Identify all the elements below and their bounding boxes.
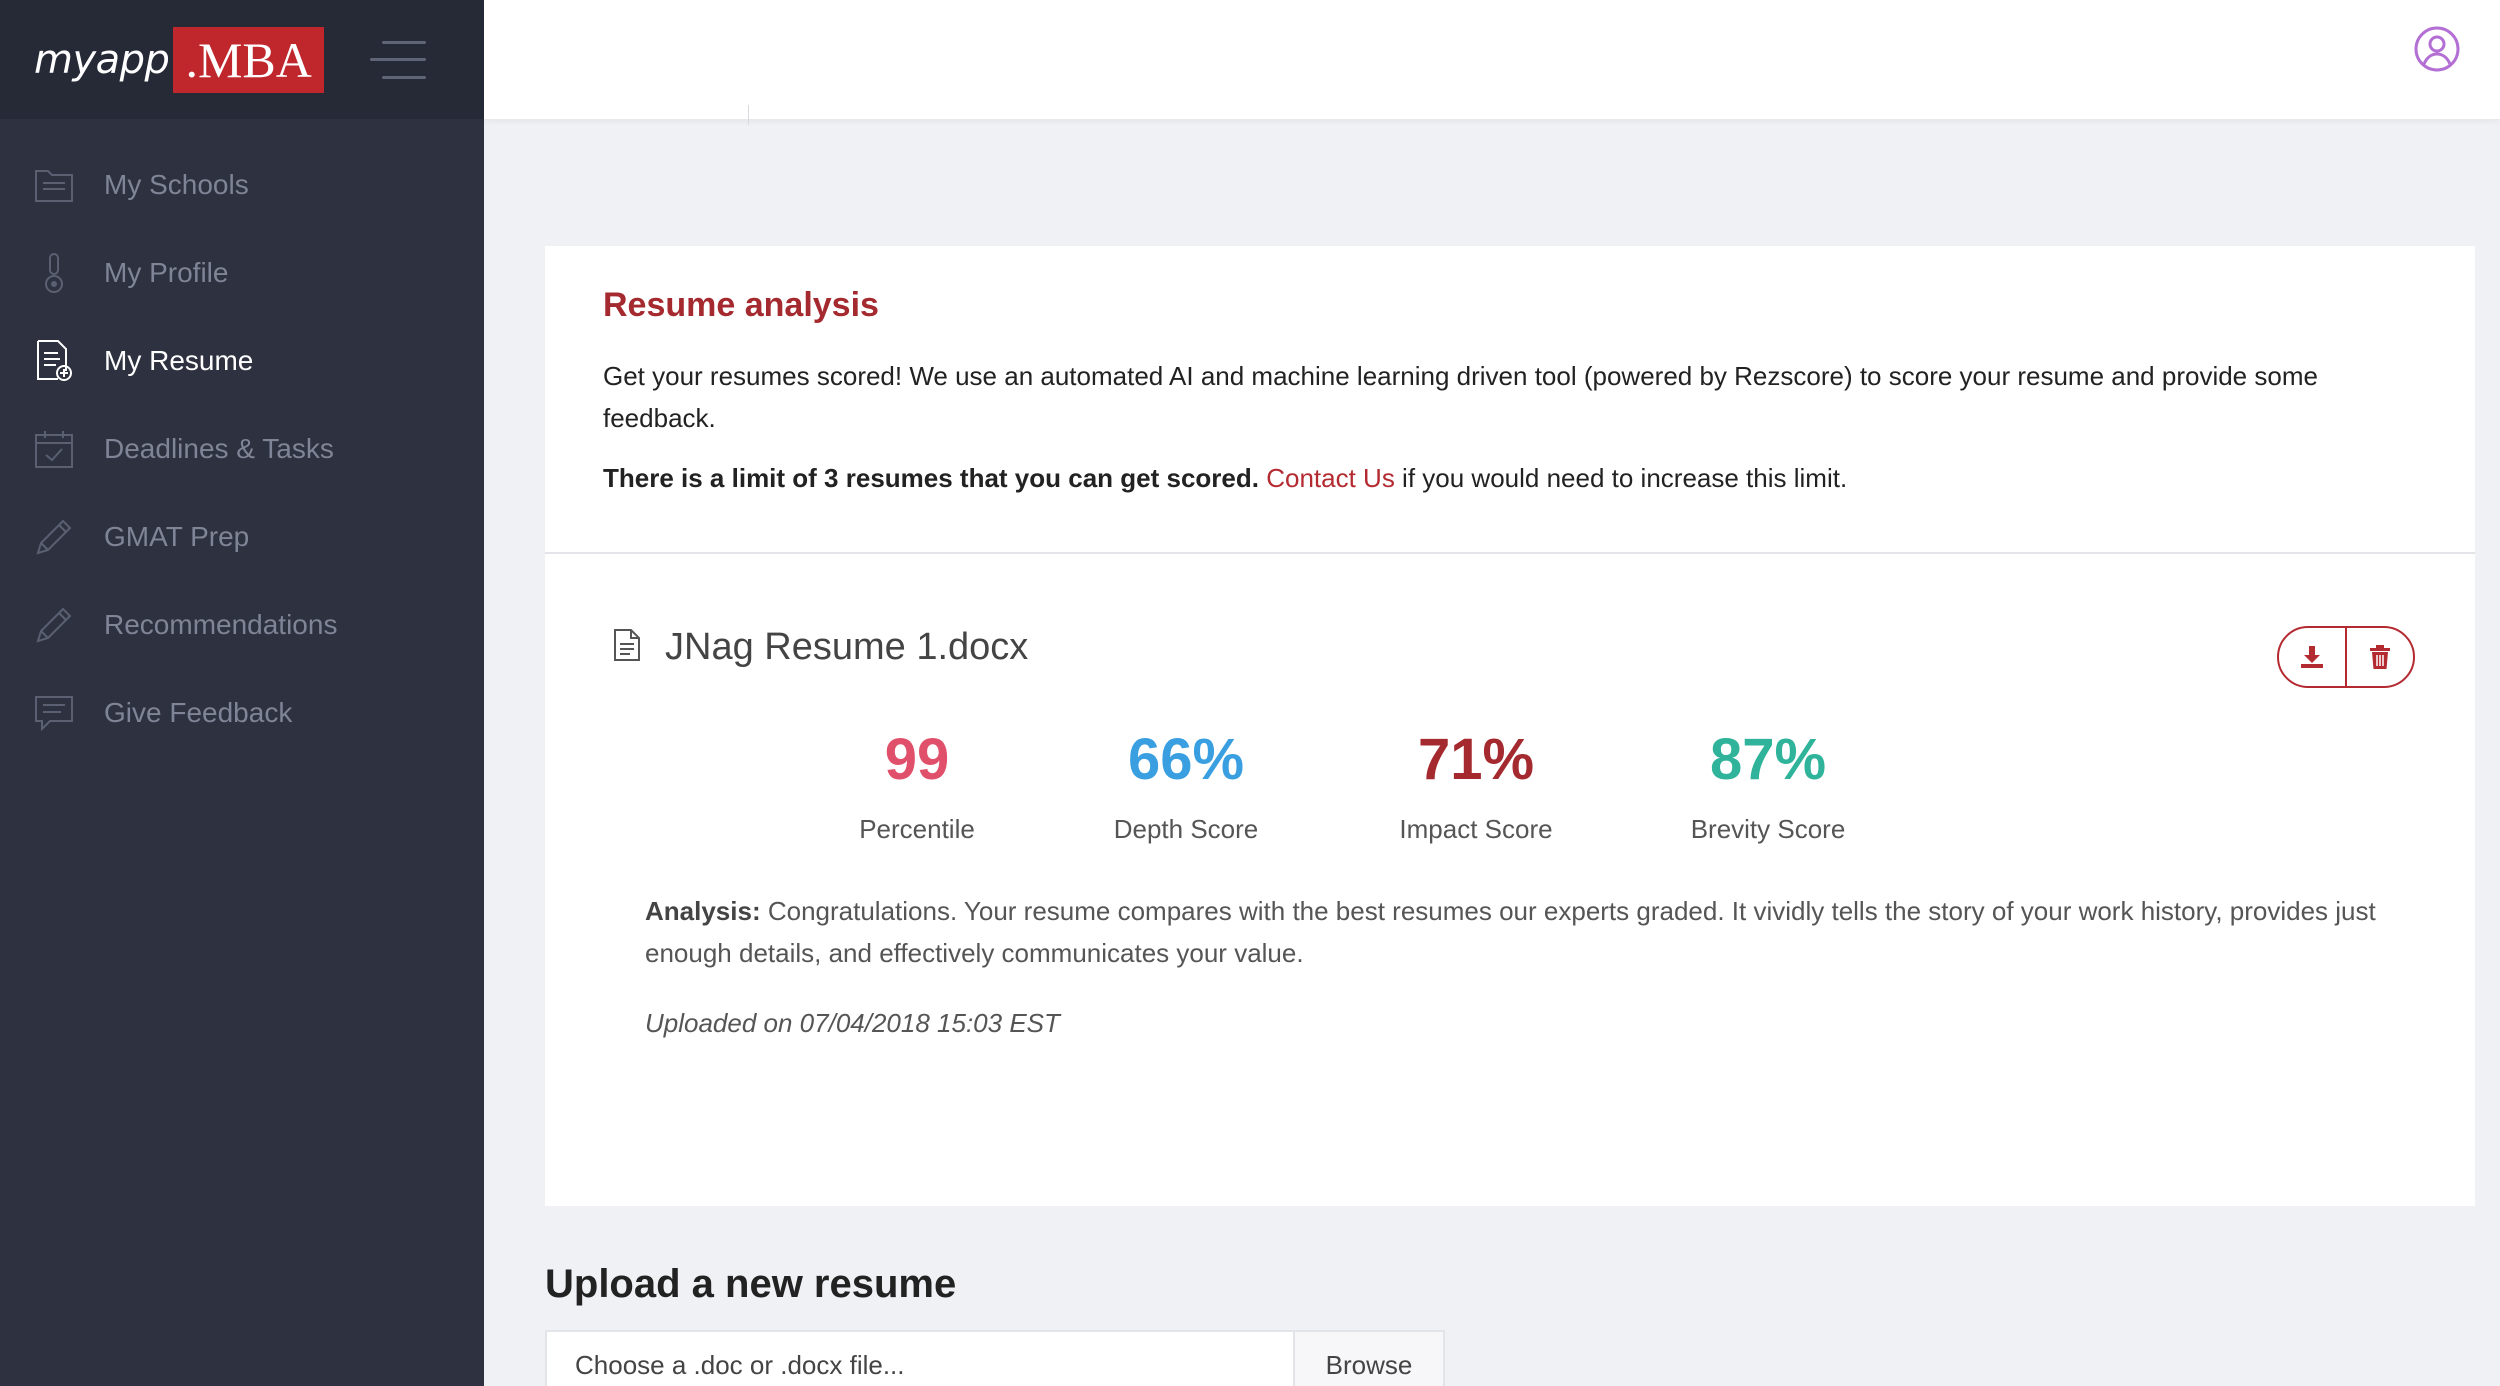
impact-score: 71% Impact Score [1336,722,1616,845]
upload-title: Upload a new resume [545,1262,957,1306]
score-summary: 99 Percentile 66% Depth Score 71% Impact… [545,722,2475,862]
analysis-label: Analysis: [645,896,761,926]
score-label: Depth Score [1113,814,1259,844]
file-input[interactable]: Choose a .doc or .docx file... [547,1332,1293,1386]
sidebar-item-gmat-prep[interactable]: GMAT Prep [0,493,484,581]
sidebar-item-label: Deadlines & Tasks [104,433,334,464]
score-value: 66% [1127,727,1245,792]
sidebar-nav: My Schools My Profile My Resume Deadline… [0,119,484,757]
logo[interactable]: myapp .MBA [34,26,324,93]
brevity-score: 87% Brevity Score [1628,722,1908,845]
breadcrumb-divider [748,105,749,125]
card-title: Resume analysis [603,286,879,324]
score-value: 71% [1417,727,1535,792]
user-account-icon[interactable] [2414,26,2460,72]
profile-icon [32,251,76,295]
sidebar-item-label: Give Feedback [104,697,293,728]
depth-score: 66% Depth Score [1046,722,1326,845]
sidebar-item-label: Recommendations [104,609,338,640]
file-upload: Choose a .doc or .docx file... Browse [545,1330,1445,1386]
sidebar-item-label: GMAT Prep [104,521,250,552]
limit-notice: There is a limit of 3 resumes that you c… [603,457,2417,499]
logo-text: myapp [34,36,170,83]
resume-actions [2277,626,2415,688]
score-label: Percentile [859,814,975,844]
score-value: 87% [1709,727,1827,792]
resume-icon [32,339,76,383]
download-button[interactable] [2279,628,2345,686]
card-intro: Resume analysis Get your resumes scored!… [545,246,2475,554]
feedback-icon [32,691,76,735]
upload-timestamp: Uploaded on 07/04/2018 15:03 EST [645,1008,1060,1038]
calendar-icon [32,427,76,471]
contact-us-link[interactable]: Contact Us [1266,463,1395,493]
card-description: Get your resumes scored! We use an autom… [603,361,2318,433]
sidebar-item-my-profile[interactable]: My Profile [0,229,484,317]
limit-bold-text: There is a limit of 3 resumes that you c… [603,463,1259,493]
sidebar: myapp .MBA My Schools My Profile My Resu… [0,0,484,1386]
delete-button[interactable] [2345,628,2413,686]
logo-badge: .MBA [173,26,324,93]
sidebar-item-label: My Profile [104,257,229,288]
score-label: Brevity Score [1690,814,1846,844]
sidebar-item-my-schools[interactable]: My Schools [0,141,484,229]
download-icon [2301,646,2323,668]
sidebar-item-give-feedback[interactable]: Give Feedback [0,669,484,757]
sidebar-item-deadlines-tasks[interactable]: Deadlines & Tasks [0,405,484,493]
trash-icon [2370,645,2390,669]
sidebar-item-label: My Schools [104,169,249,200]
pencil-icon [32,515,76,559]
score-label: Impact Score [1399,814,1553,844]
percentile-score: 99 Percentile [777,722,1057,845]
document-icon [613,628,641,667]
resume-analysis-card: Resume analysis Get your resumes scored!… [545,246,2475,1206]
sidebar-item-my-resume[interactable]: My Resume [0,317,484,405]
resume-file-row: JNag Resume 1.docx [613,626,1028,669]
menu-toggle-icon[interactable] [369,40,426,79]
pencil-icon [32,603,76,647]
sidebar-header: myapp .MBA [0,0,484,119]
score-value: 99 [884,727,950,792]
sidebar-item-label: My Resume [104,345,254,376]
top-header [484,0,2500,119]
sidebar-item-recommendations[interactable]: Recommendations [0,581,484,669]
analysis-text: Analysis: Congratulations. Your resume c… [645,890,2405,974]
limit-rest-text: if you would need to increase this limit… [1394,463,1848,493]
browse-button[interactable]: Browse [1293,1332,1443,1386]
analysis-body: Congratulations. Your resume compares wi… [645,896,2376,968]
folder-icon [32,163,76,207]
resume-file-name: JNag Resume 1.docx [665,626,1029,668]
